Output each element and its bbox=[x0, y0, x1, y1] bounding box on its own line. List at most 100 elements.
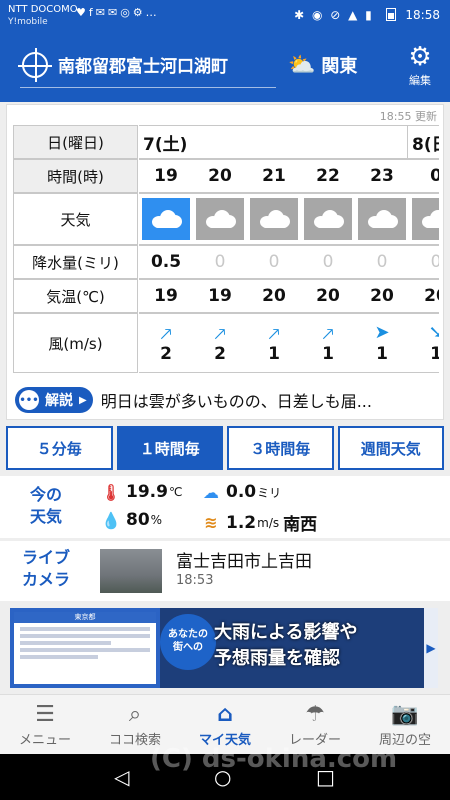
speech-bubble-icon: ••• bbox=[19, 390, 39, 410]
droplet-icon: 💧 bbox=[101, 510, 121, 530]
hour-cell: 23 bbox=[370, 166, 394, 186]
wind-cell: ➘1 bbox=[410, 314, 439, 372]
wind: ≋ 1.2 m/s 南西 bbox=[200, 510, 318, 536]
camera-thumbnail[interactable] bbox=[100, 549, 162, 593]
camera-location: 富士吉田市上吉田 bbox=[176, 552, 312, 572]
chevron-right-icon: ▶ bbox=[79, 394, 87, 406]
wind-arrow-icon: ➤ bbox=[374, 322, 390, 343]
edit-button[interactable]: ⚙ 編集 bbox=[404, 42, 436, 88]
watermark: (C) ds-okina.com bbox=[150, 744, 398, 774]
carrier-sub: Y!mobile bbox=[8, 17, 48, 27]
carrier: NTT DOCOMO Y!mobile bbox=[8, 4, 78, 28]
hour-cell: 19 bbox=[154, 166, 178, 186]
tab-hourly[interactable]: １時間毎 bbox=[116, 426, 223, 470]
location-selector[interactable]: 南都留郡富士河口湖町 bbox=[18, 42, 276, 88]
precip-value: 0.0 bbox=[226, 482, 257, 502]
heart-icon: ♥ bbox=[76, 6, 89, 19]
live-camera[interactable]: ライブ カメラ 富士吉田市上吉田 18:53 bbox=[0, 541, 450, 601]
tab-3hour[interactable]: ３時間毎 bbox=[227, 426, 334, 470]
chevron-right-icon[interactable]: ▶ bbox=[424, 608, 438, 688]
wind-speed: 1 bbox=[410, 344, 439, 364]
clock: 18:58 bbox=[405, 8, 440, 22]
day-label: 8(日 bbox=[407, 126, 439, 158]
humidity: 💧 80% bbox=[100, 510, 162, 530]
home-icon: ⌂ bbox=[217, 702, 233, 727]
wind-icon: ≋ bbox=[204, 513, 218, 532]
temp-cell: 20 bbox=[424, 286, 439, 306]
wind-speed: 2 bbox=[214, 344, 226, 364]
precip-cell: 0 bbox=[322, 252, 334, 272]
ad-banner[interactable]: 東京都 あなたの 街への 大雨による影響や 予想雨量を確認 ▶ bbox=[10, 608, 438, 688]
settings-icon: ⚙ bbox=[132, 6, 146, 19]
wind-direction: 南西 bbox=[283, 515, 318, 535]
temp-cell: 20 bbox=[370, 286, 394, 306]
forecast-table[interactable]: 日(曜日) 時間(時) 天気 降水量(ミリ) 気温(℃) 風(m/s) 7(土)… bbox=[13, 125, 439, 419]
messenger-icon: ✉ bbox=[95, 6, 108, 19]
tab-5min[interactable]: ５分毎 bbox=[6, 426, 113, 470]
edit-label: 編集 bbox=[409, 74, 431, 87]
wind-speed: 2 bbox=[160, 344, 172, 364]
cloud-shape bbox=[420, 210, 439, 228]
cloud-shape bbox=[258, 210, 290, 228]
temperature: 🌡 19.9 ℃ bbox=[100, 482, 183, 502]
commentary-label: 解説 bbox=[45, 393, 73, 409]
wind-arrow-icon: 🡕 bbox=[322, 324, 334, 345]
partly-cloudy-icon: ⛅ bbox=[288, 52, 316, 78]
temp-cell: 20 bbox=[316, 286, 340, 306]
wind-speed: 1 bbox=[376, 344, 388, 364]
nav-menu[interactable]: ☰ メニュー bbox=[0, 695, 90, 754]
wind-cell: 🡕 2 bbox=[194, 314, 246, 372]
row-header-hour: 時間(時) bbox=[13, 159, 138, 193]
location-target-icon bbox=[18, 47, 52, 82]
system-icons: ✱ ◉ ⊘ ▲ ▮ bbox=[294, 8, 374, 22]
location-name: 南都留郡富士河口湖町 bbox=[58, 57, 228, 77]
hour-cell: 22 bbox=[316, 166, 340, 186]
app-header: 南都留郡富士河口湖町 ⛅ 関東 ⚙ 編集 bbox=[0, 32, 450, 102]
camera-time: 18:53 bbox=[176, 573, 214, 588]
mail-icon: ✉ bbox=[107, 6, 121, 19]
commentary-text: 明日は雲が多いものの、日差しも届... bbox=[100, 392, 372, 411]
wind-cell: ➤ 1 bbox=[356, 314, 408, 372]
thermometer-icon: 🌡 bbox=[100, 482, 122, 502]
updated-time: 18:55 更新 bbox=[379, 110, 437, 123]
tab-weekly[interactable]: 週間天気 bbox=[337, 426, 444, 470]
temperature-value: 19.9 bbox=[126, 482, 168, 502]
humidity-unit: % bbox=[150, 513, 163, 527]
wind-cell: 🡕 1 bbox=[302, 314, 354, 372]
cloud-shape bbox=[204, 210, 236, 228]
forecast-card: 18:55 更新 日(曜日) 時間(時) 天気 降水量(ミリ) 気温(℃) 風(… bbox=[6, 104, 444, 420]
weather-row bbox=[139, 193, 439, 245]
hour-cell: 21 bbox=[262, 166, 286, 186]
wind-unit: m/s bbox=[257, 515, 280, 530]
banner-phone-header: 東京都 bbox=[14, 612, 156, 623]
precip-row: 0.5 0 0 0 0 0 bbox=[139, 245, 439, 279]
temp-cell: 19 bbox=[154, 286, 178, 306]
cloud-shape bbox=[366, 210, 398, 228]
nav-label: メニュー bbox=[18, 733, 71, 748]
region-name: 関東 bbox=[321, 56, 358, 77]
wind-cell: 🡕 2 bbox=[140, 314, 192, 372]
gear-icon: ⚙ bbox=[408, 42, 432, 72]
interval-tabs: ５分毎 １時間毎 ３時間毎 週間天気 bbox=[6, 426, 444, 470]
wind-speed: 1 bbox=[322, 344, 334, 364]
current-weather[interactable]: 今の 天気 🌡 19.9 ℃ ☁ 0.0 ミリ 💧 80% ≋ 1.2 m/s 南西 bbox=[0, 476, 450, 538]
wind-speed: 1 bbox=[268, 344, 280, 364]
back-icon[interactable]: ◁ bbox=[114, 765, 129, 789]
wind-arrow-icon: 🡕 bbox=[214, 324, 226, 345]
commentary[interactable]: ••• 解説 ▶ 明日は雲が多いものの、日差しも届... bbox=[15, 385, 437, 415]
banner-badge: あなたの 街への bbox=[160, 614, 216, 670]
precipitation: ☁ 0.0 ミリ bbox=[200, 482, 281, 502]
hour-cell: 0 bbox=[409, 160, 439, 192]
day-label: 7(土) bbox=[143, 134, 188, 155]
wind-arrow-icon: 🡕 bbox=[160, 324, 172, 345]
region-button[interactable]: ⛅ 関東 bbox=[288, 50, 357, 80]
commentary-button[interactable]: ••• 解説 ▶ bbox=[15, 387, 93, 413]
current-title: 今の 天気 bbox=[30, 485, 63, 526]
banner-phone-image: 東京都 bbox=[10, 608, 160, 688]
banner-line2: 予想雨量を確認 bbox=[214, 648, 340, 669]
cloud-icon bbox=[412, 198, 439, 240]
battery-icon bbox=[385, 8, 396, 21]
hour-cell: 20 bbox=[208, 166, 232, 186]
day-row: 7(土) 8(日 bbox=[139, 125, 439, 159]
precip-cell: 0 bbox=[409, 246, 439, 278]
